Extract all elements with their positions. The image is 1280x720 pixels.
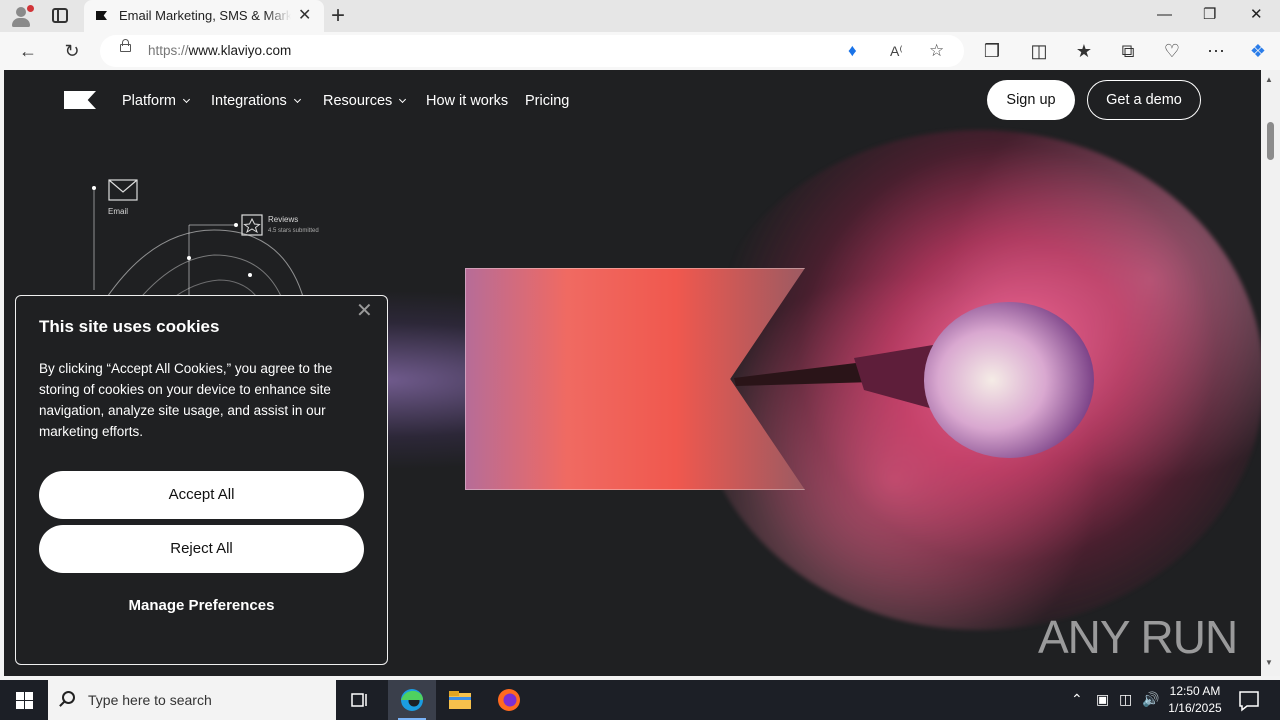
clock-time: 12:50 AM <box>1169 684 1221 698</box>
diagram-email-label: Email <box>108 207 129 216</box>
new-tab-button[interactable]: + <box>331 3 345 29</box>
volume-icon[interactable]: 🔊 <box>1142 691 1159 707</box>
diagram-reviews-sub: 4.5 stars submitted <box>268 228 319 234</box>
chevron-down-icon <box>293 95 301 104</box>
favorites-icon[interactable]: ★ <box>1072 39 1096 63</box>
scroll-thumb[interactable] <box>1267 122 1274 160</box>
url-text[interactable]: https://www.klaviyo.com <box>148 43 291 58</box>
edge-browser-icon[interactable] <box>399 687 425 713</box>
tray-chevron-up-icon[interactable]: ⌃ <box>1071 691 1083 707</box>
page-scrollbar[interactable]: ▲ ▼ <box>1261 70 1280 676</box>
minimize-button[interactable]: — <box>1157 5 1172 25</box>
nav-item-integrations[interactable]: Integrations <box>211 93 301 109</box>
sign-up-button[interactable]: Sign up <box>987 80 1075 120</box>
more-menu-icon[interactable]: ⋯ <box>1204 39 1228 63</box>
taskbar-search-box[interactable]: Type here to search <box>48 680 336 720</box>
favorite-star-icon[interactable]: ☆ <box>929 41 944 61</box>
tab-actions-icon[interactable] <box>52 8 68 23</box>
firefox-icon[interactable] <box>496 687 522 713</box>
extensions-icon[interactable]: ❒ <box>980 39 1004 63</box>
copilot-icon[interactable]: ❖ <box>1246 39 1270 63</box>
browser-tab-active[interactable]: Email Marketing, SMS & Marketing ✕ <box>84 0 324 32</box>
file-explorer-icon[interactable] <box>447 687 473 713</box>
diagram-reviews-label: Reviews <box>268 215 299 224</box>
site-nav: Platform Integrations Resources How it w… <box>4 70 1261 132</box>
taskbar-clock[interactable]: 12:50 AM 1/16/2025 <box>1160 683 1230 717</box>
reject-all-button[interactable]: Reject All <box>39 525 364 573</box>
back-arrow-icon[interactable]: ← <box>16 39 40 63</box>
tray-device-icon[interactable]: ▣ <box>1096 691 1109 707</box>
address-bar[interactable]: https://www.klaviyo.com ♦ A⁽ ☆ <box>100 35 964 67</box>
tab-title: Email Marketing, SMS & Marketing <box>119 8 291 23</box>
clock-date: 1/16/2025 <box>1168 701 1222 715</box>
browser-essentials-icon[interactable]: ♡ <box>1160 39 1184 63</box>
scroll-up-icon[interactable]: ▲ <box>1265 75 1273 84</box>
lock-icon[interactable] <box>120 39 131 52</box>
cookie-title: This site uses cookies <box>39 317 220 336</box>
makeup-brush-image <box>734 302 1094 458</box>
scroll-down-icon[interactable]: ▼ <box>1265 658 1273 667</box>
task-view-icon[interactable] <box>347 687 373 713</box>
windows-start-icon[interactable] <box>16 692 33 709</box>
nav-item-platform[interactable]: Platform <box>122 93 191 109</box>
chevron-down-icon <box>399 95 407 104</box>
klaviyo-logo[interactable] <box>64 91 96 109</box>
search-icon <box>62 691 75 704</box>
browser-tab-bar: Email Marketing, SMS & Marketing ✕ + — ❐… <box>0 0 1280 32</box>
close-window-button[interactable]: ✕ <box>1250 5 1263 25</box>
anyrun-watermark: ANY RUN <box>1038 611 1238 663</box>
accept-all-button[interactable]: Accept All <box>39 471 364 519</box>
cookie-description: By clicking “Accept All Cookies,” you ag… <box>39 361 333 439</box>
tab-close-icon[interactable]: ✕ <box>298 7 311 25</box>
cookie-consent-dialog: ✕ This site uses cookies By clicking “Ac… <box>15 295 388 665</box>
notifications-icon[interactable] <box>1236 688 1262 714</box>
get-a-demo-button[interactable]: Get a demo <box>1087 80 1201 120</box>
shopping-tag-icon[interactable]: ♦ <box>848 41 857 61</box>
read-aloud-icon[interactable]: A⁽ <box>890 41 903 61</box>
search-placeholder: Type here to search <box>88 692 212 708</box>
nav-item-resources[interactable]: Resources <box>323 93 407 109</box>
restore-button[interactable]: ❐ <box>1203 5 1216 25</box>
network-icon[interactable]: ◫ <box>1119 691 1132 707</box>
nav-item-pricing[interactable]: Pricing <box>525 93 569 109</box>
chevron-down-icon <box>182 95 191 104</box>
close-icon[interactable]: ✕ <box>356 300 373 322</box>
nav-item-how-it-works[interactable]: How it works <box>426 93 508 109</box>
manage-preferences-link[interactable]: Manage Preferences <box>39 597 364 614</box>
split-screen-icon[interactable]: ◫ <box>1027 39 1051 63</box>
klaviyo-favicon-icon <box>96 11 107 20</box>
refresh-icon[interactable]: ↻ <box>60 39 84 63</box>
browser-toolbar: ← ↻ https://www.klaviyo.com ♦ A⁽ ☆ ❒ ◫ ★… <box>0 32 1280 70</box>
profile-icon[interactable] <box>10 5 34 27</box>
windows-taskbar: Type here to search ⌃ ▣ ◫ 🔊 12:50 AM 1/1… <box>0 680 1280 720</box>
collections-icon[interactable]: ⧉ <box>1116 39 1140 63</box>
